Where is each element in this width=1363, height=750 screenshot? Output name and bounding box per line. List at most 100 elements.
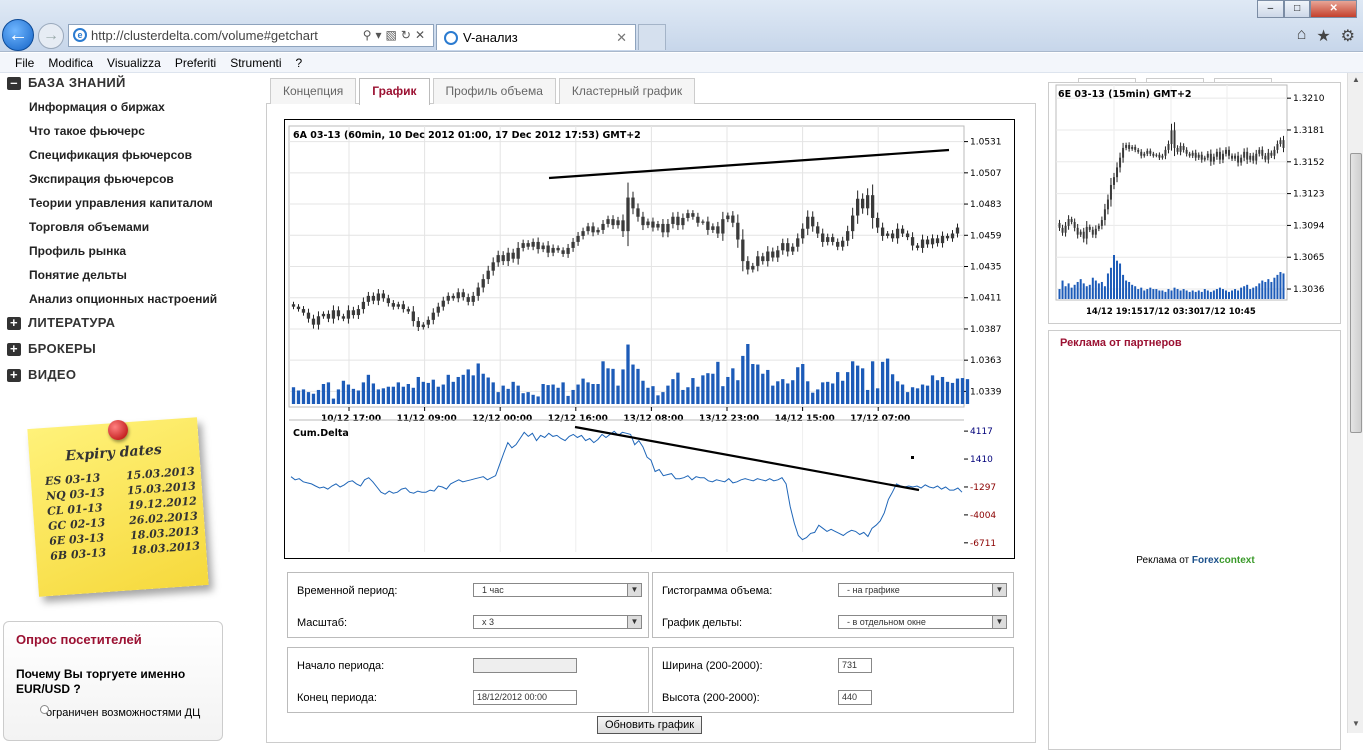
expand-icon[interactable]: +	[7, 368, 21, 382]
menu-preferiti[interactable]: Preferiti	[175, 53, 216, 72]
candle-body	[1203, 157, 1206, 160]
browser-tab-active[interactable]: V-анализ ✕	[436, 24, 636, 50]
candle-body	[1076, 227, 1079, 235]
period-select[interactable]: 1 час ▼	[473, 583, 642, 597]
sidebar-section-literature[interactable]: + ЛИТЕРАТУРА	[0, 311, 260, 337]
sidebar-item-money-mgmt[interactable]: Теории управления капиталом	[0, 191, 260, 215]
volume-bar	[1085, 286, 1088, 299]
mini-x-label: 17/12 10:45	[1199, 307, 1256, 317]
volume-bar	[1234, 289, 1237, 299]
volume-bar	[965, 379, 970, 404]
sidebar-item-specs[interactable]: Спецификация фьючерсов	[0, 143, 260, 167]
volume-bar	[631, 364, 635, 404]
height-input[interactable]: 440	[838, 690, 872, 705]
forward-arrow-icon[interactable]: →	[38, 23, 64, 49]
tab-cluster-chart[interactable]: Кластерный график	[558, 78, 696, 104]
volume-bar	[811, 392, 815, 404]
candle-body	[1161, 155, 1164, 158]
volume-bar	[1176, 289, 1179, 299]
vertical-scrollbar[interactable]: ▲ ▼	[1347, 73, 1363, 733]
scrollbar-thumb[interactable]	[1350, 153, 1362, 433]
tab-chart[interactable]: График	[359, 78, 430, 105]
address-actions-icons[interactable]: ⚲▾▧↻✕	[363, 25, 429, 46]
sidebar-section-video[interactable]: + ВИДЕО	[0, 363, 260, 389]
menu-modifica[interactable]: Modifica	[48, 53, 93, 72]
collapse-icon[interactable]: –	[7, 76, 21, 90]
scale-select[interactable]: x 3 ▼	[473, 615, 642, 629]
volume-bar	[536, 396, 540, 404]
poll-option[interactable]: ограничен возможностями ДЦ	[16, 705, 210, 719]
address-bar[interactable]: e http://clusterdelta.com/volume#getchar…	[68, 24, 434, 47]
radio-button[interactable]	[40, 705, 49, 714]
menu-strumenti[interactable]: Strumenti	[230, 53, 281, 72]
tab-concept[interactable]: Концепция	[270, 78, 357, 104]
candle-body	[1279, 140, 1282, 145]
candle-body	[471, 295, 475, 302]
expand-icon[interactable]: +	[7, 342, 21, 356]
end-input[interactable]: 18/12/2012 00:00	[473, 690, 577, 705]
minimize-icon[interactable]: –	[1257, 0, 1284, 18]
volume-bar	[806, 381, 810, 404]
candle-body	[1134, 146, 1137, 150]
tab-volume-profile[interactable]: Профиль объема	[432, 78, 556, 104]
candle-body	[391, 303, 395, 307]
sidebar-item-delta[interactable]: Понятие дельты	[0, 263, 260, 287]
home-icon[interactable]: ⌂	[1297, 26, 1307, 46]
y-tick-label: 1.0411	[970, 294, 1002, 304]
menu-visualizza[interactable]: Visualizza	[107, 53, 161, 72]
expand-icon[interactable]: +	[7, 316, 21, 330]
volume-bar	[1073, 284, 1076, 299]
pushpin-icon	[108, 420, 128, 440]
volume-bar	[1237, 290, 1240, 299]
volume-bar	[551, 384, 555, 404]
sidebar-item-exchanges[interactable]: Информация о биржах	[0, 95, 260, 119]
volume-bar	[311, 393, 316, 404]
delta-select[interactable]: - в отдельном окне ▼	[838, 615, 1007, 629]
volume-bar	[301, 389, 306, 404]
vol-hist-select[interactable]: - на графике ▼	[838, 583, 1007, 597]
menu-help[interactable]: ?	[296, 53, 303, 72]
new-tab-button[interactable]	[638, 24, 666, 50]
candle-body	[1249, 155, 1252, 160]
volume-bar	[506, 388, 510, 404]
candle-body	[1116, 167, 1119, 178]
candle-body	[601, 223, 605, 230]
volume-bar	[601, 361, 605, 404]
candle-body	[841, 240, 845, 247]
close-tab-icon[interactable]: ✕	[616, 25, 627, 51]
gear-icon[interactable]: ⚙	[1341, 26, 1355, 46]
sidebar-item-futures[interactable]: Что такое фьючерс	[0, 119, 260, 143]
candle-body	[621, 220, 625, 232]
volume-bar	[646, 387, 650, 404]
candle-body	[641, 216, 645, 226]
candle-body	[781, 243, 785, 251]
favorites-star-icon[interactable]: ★	[1316, 26, 1330, 46]
scroll-down-icon[interactable]: ▼	[1351, 719, 1361, 731]
chevron-down-icon: ▼	[992, 584, 1006, 596]
sidebar-item-expiry[interactable]: Экспирация фьючерсов	[0, 167, 260, 191]
candle-body	[1234, 155, 1237, 159]
candle-body	[646, 221, 650, 226]
scroll-up-icon[interactable]: ▲	[1351, 75, 1361, 87]
volume-bar	[681, 389, 685, 404]
sidebar-section-knowledge[interactable]: – БАЗА ЗНАНИЙ	[0, 71, 260, 97]
sidebar-item-options[interactable]: Анализ опционных настроений	[0, 287, 260, 311]
ad-banner[interactable]: Реклама от Forexcontext	[1049, 555, 1342, 566]
sidebar-item-volume-trading[interactable]: Торговля объемами	[0, 215, 260, 239]
maximize-icon[interactable]: □	[1283, 0, 1311, 18]
candle-body	[1224, 149, 1227, 154]
close-window-icon[interactable]: ✕	[1310, 0, 1357, 18]
candle-body	[396, 304, 400, 307]
sidebar-item-market-profile[interactable]: Профиль рынка	[0, 239, 260, 263]
browser-tools: ⌂ ★ ⚙	[1297, 26, 1355, 46]
volume-bar	[1164, 291, 1167, 299]
back-arrow-icon[interactable]: ←	[2, 19, 34, 51]
width-input[interactable]: 731	[838, 658, 872, 673]
menu-file[interactable]: File	[15, 53, 34, 72]
sidebar-section-brokers[interactable]: + БРОКЕРЫ	[0, 337, 260, 363]
volume-bar	[1094, 280, 1097, 299]
candle-body	[1149, 150, 1152, 154]
update-chart-button[interactable]: Обновить график	[597, 716, 702, 734]
candle-body	[930, 238, 935, 245]
start-input[interactable]	[473, 658, 577, 673]
